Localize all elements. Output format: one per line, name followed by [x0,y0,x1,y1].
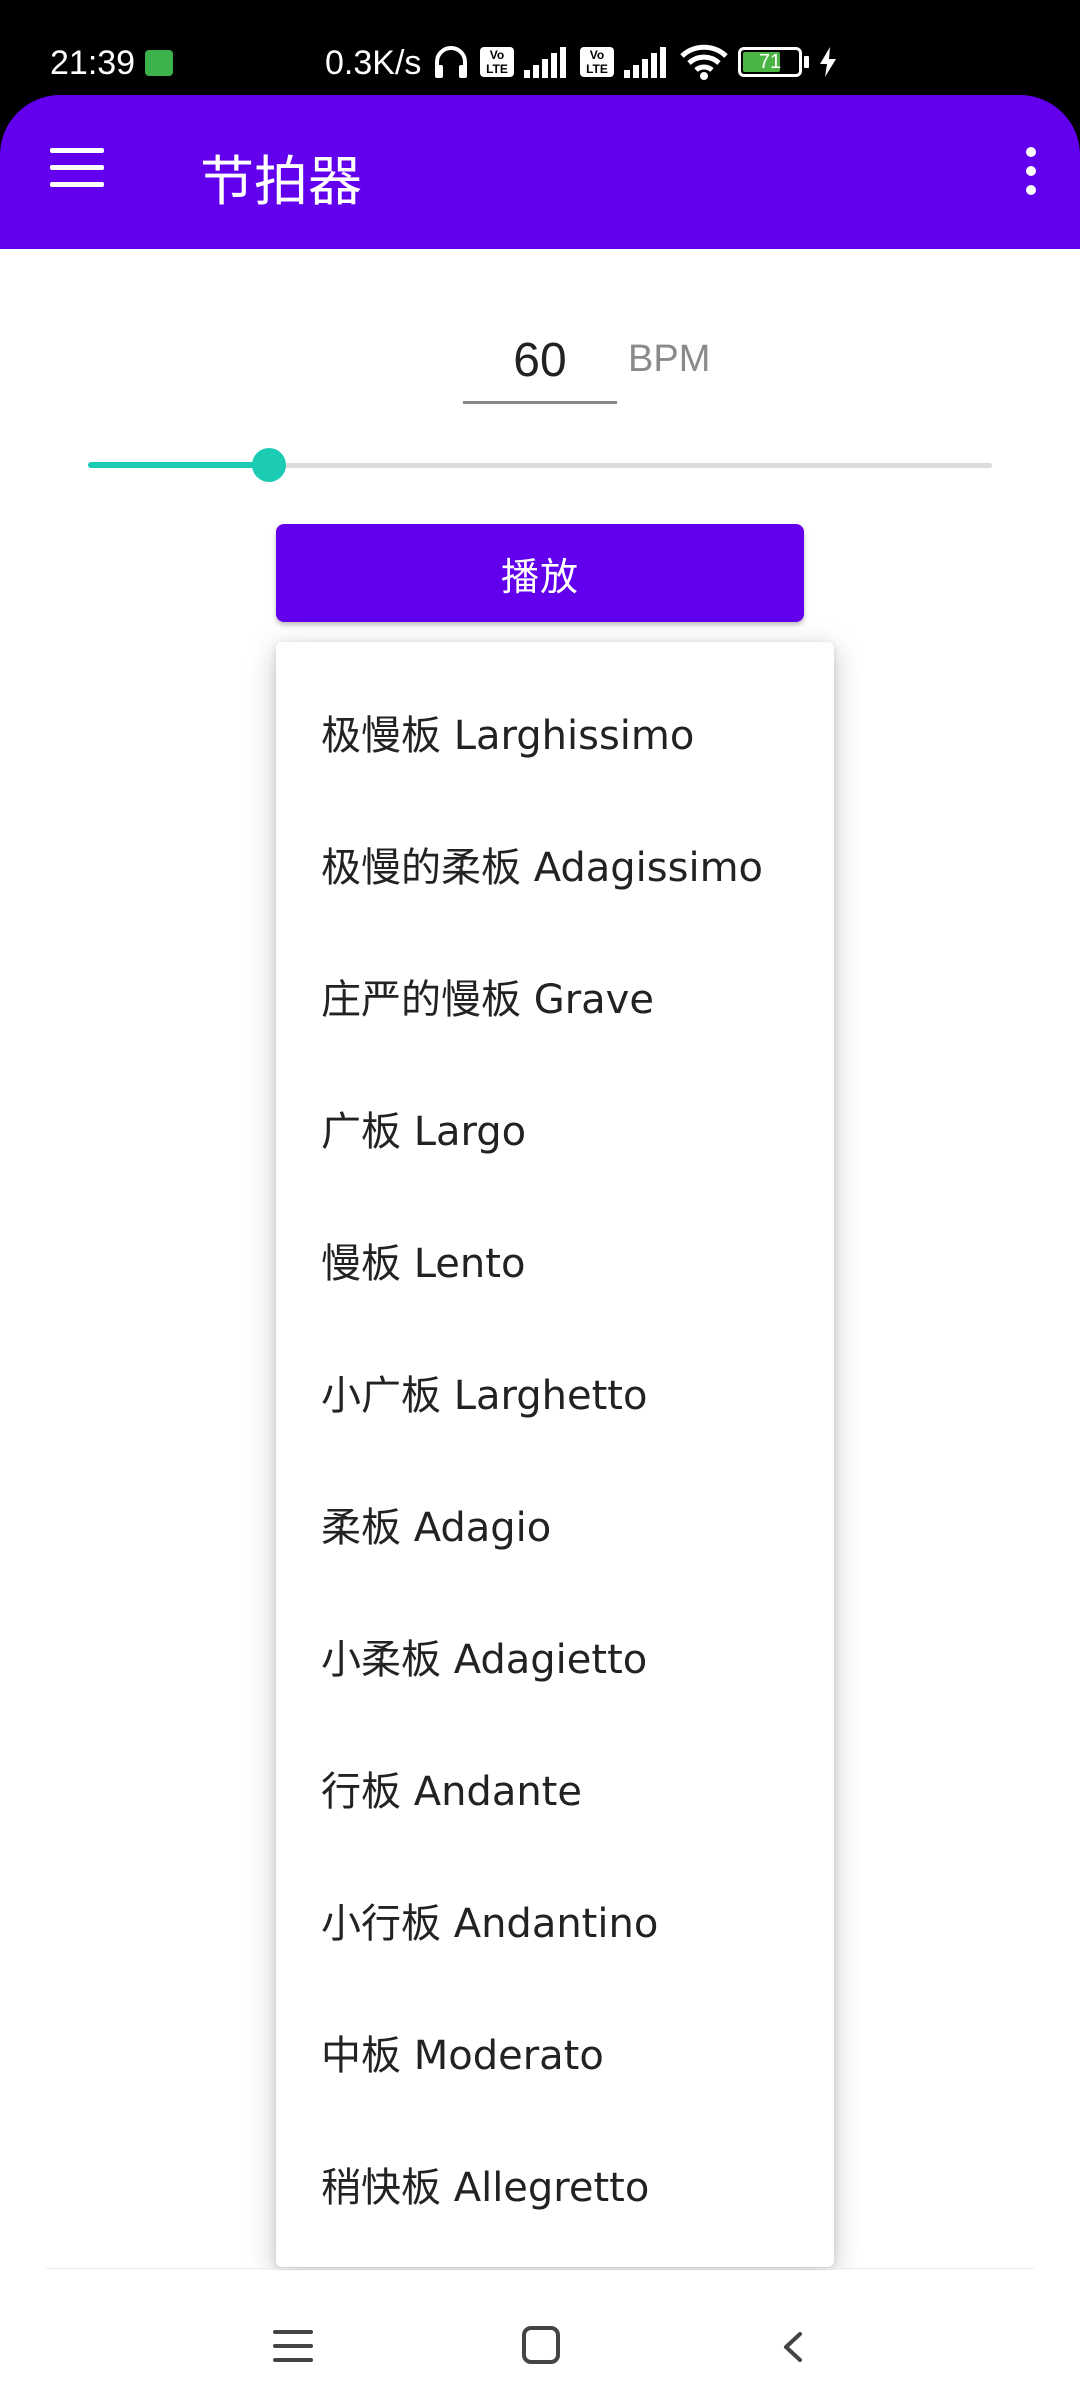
slider-thumb[interactable] [251,448,286,482]
tempo-menu-item[interactable]: 广板 Largo [276,1062,834,1194]
tempo-menu-item[interactable]: 中板 Moderato [276,1986,834,2118]
tempo-menu-item[interactable]: 慢板 Lento [276,1194,834,1326]
bpm-input[interactable] [463,320,617,404]
network-speed: 0.3K/s [325,44,422,82]
status-time: 21:39 [50,44,136,82]
tempo-menu-item[interactable]: 行板 Andante [276,1722,834,1854]
tempo-menu-item[interactable]: 稍快板 Allegretto [276,2118,834,2250]
app-bar: 节拍器 [0,95,1080,249]
menu-icon[interactable] [50,148,104,188]
tempo-menu-item[interactable]: 柔板 Adagio [276,1458,834,1590]
volte-icon: Vo LTE [480,47,514,77]
tempo-menu-item[interactable]: 小柔板 Adagietto [276,1590,834,1722]
tempo-menu-item[interactable]: 小广板 Larghetto [276,1326,834,1458]
slider-fill [88,462,269,468]
tempo-dropdown-menu: 极慢板 Larghissimo 极慢的柔板 Adagissimo 庄严的慢板 Gra… [276,642,834,2267]
recent-apps-icon[interactable] [273,2330,313,2364]
tempo-menu-item[interactable]: 小行板 Andantino [276,1854,834,1986]
android-icon [145,50,173,76]
signal-icon [624,47,666,78]
more-vert-icon[interactable] [1024,147,1036,195]
battery-tip [804,56,809,68]
battery-level: 71 [758,51,782,73]
charging-icon [820,47,836,77]
back-icon[interactable] [778,2332,808,2362]
signal-icon [524,47,566,78]
navigation-bar [0,2270,1080,2400]
tempo-slider[interactable] [88,446,992,484]
wifi-icon [680,44,728,80]
status-bar: 21:39 0.3K/s Vo LTE Vo LTE 71 [0,0,1080,95]
tempo-menu-item[interactable]: 庄严的慢板 Grave [276,930,834,1062]
status-icons: Vo LTE Vo LTE 71 [432,44,837,80]
volte-icon: Vo LTE [580,47,614,77]
battery-icon: 71 [738,47,802,77]
bpm-unit-label: BPM [628,338,711,380]
tempo-menu-item[interactable]: 极慢板 Larghissimo [276,666,834,798]
app-title: 节拍器 [200,150,362,213]
tempo-menu-item[interactable]: 极慢的柔板 Adagissimo [276,798,834,930]
headphones-icon [435,46,467,78]
home-icon[interactable] [522,2326,560,2364]
nav-divider [46,2268,1034,2269]
play-button[interactable]: 播放 [276,524,804,622]
